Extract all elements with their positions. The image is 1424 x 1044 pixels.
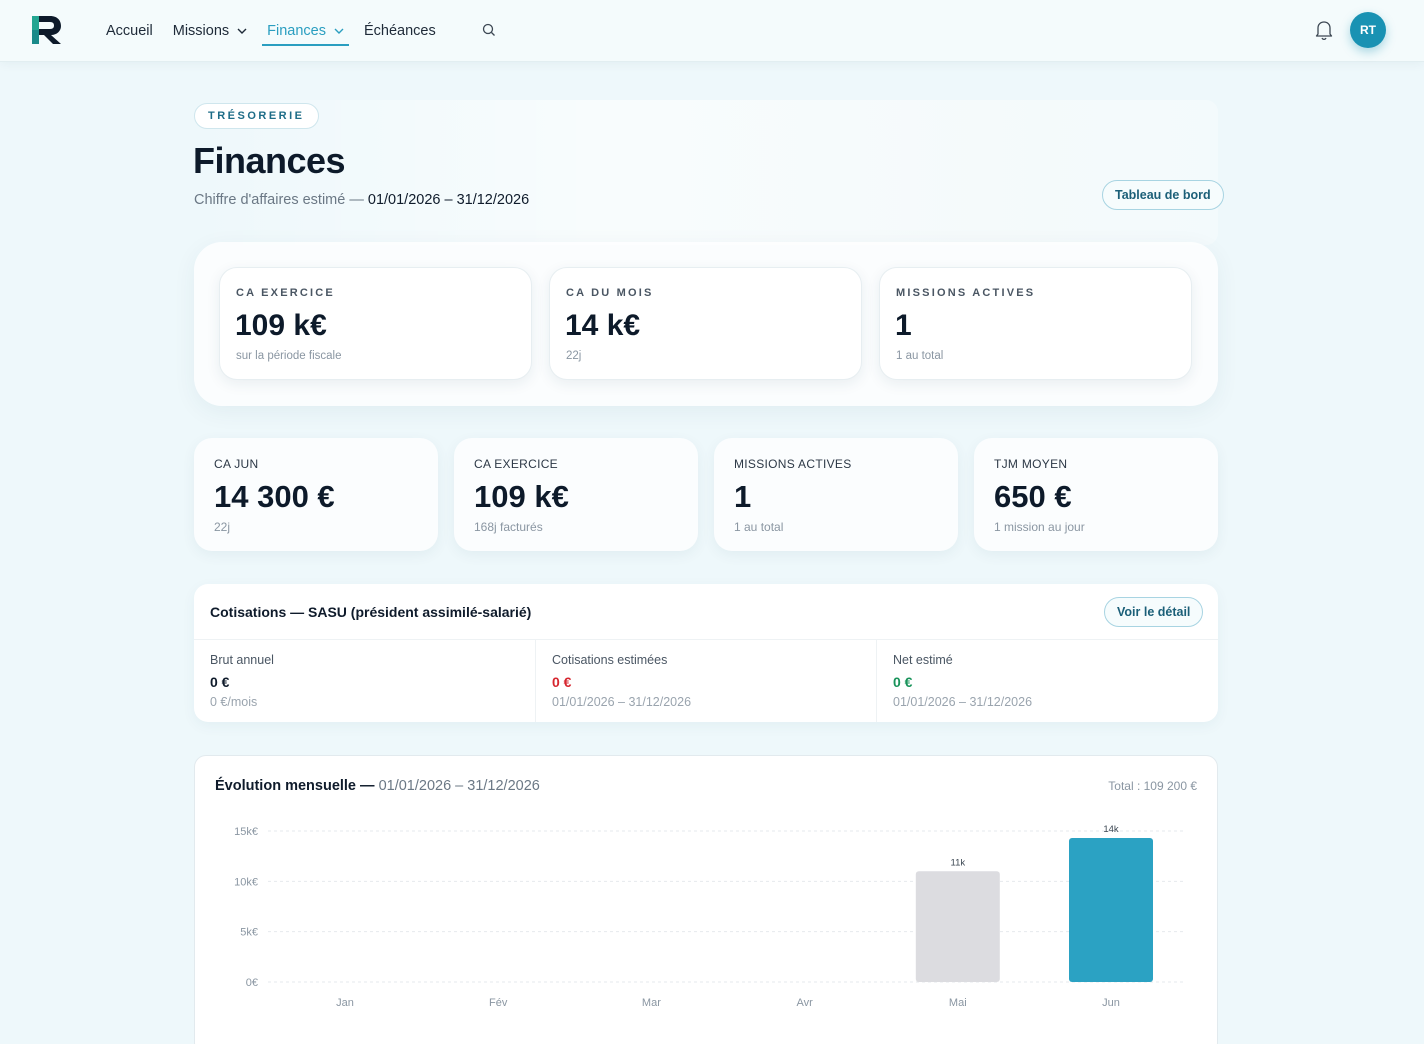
chart-bar	[915, 871, 1000, 982]
kpi-card-tjm-moyen: TJM MOYEN 650 € 1 mission au jour	[974, 438, 1218, 551]
y-tick-label: 15k€	[234, 826, 258, 838]
kpi-label: CA JUN	[214, 457, 259, 471]
cotisations-value: 0 €	[893, 674, 913, 690]
nav-finances[interactable]: Finances	[262, 0, 349, 62]
kpi-subtext: 1 au total	[734, 520, 784, 534]
bell-icon[interactable]	[1314, 19, 1334, 41]
kpi-value: 14 300 €	[214, 479, 335, 514]
chart-bar	[1069, 838, 1153, 982]
y-tick-label: 0€	[246, 977, 258, 989]
search-icon[interactable]	[481, 22, 497, 38]
subtitle-prefix: Chiffre d'affaires estimé —	[194, 192, 368, 208]
kpi-label: CA EXERCICE	[236, 287, 335, 299]
subtitle-period: 01/01/2026 – 31/12/2026	[367, 192, 530, 208]
x-tick-label: Avr	[796, 997, 813, 1009]
kpi-label: CA EXERCICE	[474, 457, 558, 471]
nav-echeances-label: Échéances	[364, 23, 436, 39]
cotisations-label: Net estimé	[893, 653, 953, 667]
page-title: Finances	[193, 140, 346, 181]
x-tick-label: Mai	[949, 997, 967, 1009]
app-logo[interactable]	[30, 14, 64, 46]
x-tick-label: Jun	[1102, 997, 1120, 1009]
x-tick-label: Fév	[489, 997, 508, 1009]
cotisations-estimees: Cotisations estimées 0 € 01/01/2026 – 31…	[535, 640, 876, 722]
cotisations-brut-annuel: Brut annuel 0 € 0 €/mois	[194, 640, 535, 722]
page-subtitle: Chiffre d'affaires estimé — 01/01/2026 –…	[194, 192, 529, 208]
kpi-card-ca-exercice-small: CA EXERCICE 109 k€ 168j facturés	[454, 438, 698, 551]
y-tick-label: 10k€	[234, 876, 258, 888]
hero-background	[194, 100, 1218, 245]
dashboard-button[interactable]: Tableau de bord	[1102, 180, 1224, 210]
kpi-subtext: 168j facturés	[474, 520, 543, 534]
kpi-label: MISSIONS ACTIVES	[896, 287, 1036, 299]
nav-accueil-label: Accueil	[106, 23, 153, 39]
nav-accueil[interactable]: Accueil	[106, 0, 153, 62]
cotisations-label: Brut annuel	[210, 653, 274, 667]
cotisations-subtext: 01/01/2026 – 31/12/2026	[893, 695, 1033, 709]
bar-value-label: 11k	[950, 857, 965, 868]
detail-button[interactable]: Voir le détail	[1104, 597, 1204, 627]
kpi-value: 109 k€	[235, 309, 327, 342]
chevron-down-icon	[237, 28, 247, 34]
kpi-card-missions-actives-small: MISSIONS ACTIVES 1 1 au total	[714, 438, 958, 551]
cotisations-card: Cotisations — SASU (président assimilé-s…	[194, 584, 1218, 722]
kpi-value: 1	[895, 309, 912, 342]
kpi-subtext: 22j	[214, 520, 231, 534]
monthly-chart-card: Évolution mensuelle — 01/01/2026 – 31/12…	[194, 755, 1218, 1044]
kpi-card-ca-du-mois: CA DU MOIS 14 k€ 22j	[549, 267, 862, 380]
y-tick-label: 5k€	[240, 927, 258, 939]
kpi-value: 1	[734, 479, 752, 514]
cotisations-label: Cotisations estimées	[552, 653, 668, 667]
kpi-subtext: 1 mission au jour	[994, 520, 1085, 534]
avatar[interactable]: RT	[1350, 12, 1386, 48]
cotisations-value: 0 €	[552, 674, 572, 690]
avatar-initials: RT	[1360, 23, 1376, 37]
nav-echeances[interactable]: Échéances	[364, 0, 436, 62]
kpi-card-missions-actives: MISSIONS ACTIVES 1 1 au total	[879, 267, 1192, 380]
cotisations-net-estime: Net estimé 0 € 01/01/2026 – 31/12/2026	[876, 640, 1217, 722]
bar-value-label: 14k	[1103, 824, 1119, 835]
nav-finances-label: Finances	[267, 23, 326, 39]
cotisations-title: Cotisations — SASU (président assimilé-s…	[210, 604, 532, 620]
section-badge: TRÉSORERIE	[194, 103, 319, 129]
kpi-value: 109 k€	[474, 479, 569, 514]
main-nav: Accueil Missions Finances Échéances	[106, 0, 456, 62]
x-tick-label: Mar	[642, 997, 661, 1009]
kpi-value: 650 €	[994, 479, 1072, 514]
cotisations-value: 0 €	[210, 674, 230, 690]
nav-missions-label: Missions	[172, 23, 230, 39]
top-bar: Accueil Missions Finances Échéances RT	[0, 0, 1424, 62]
kpi-card-ca-jun: CA JUN 14 300 € 22j	[194, 438, 438, 551]
kpi-subtext: 1 au total	[896, 350, 944, 362]
chevron-down-icon	[334, 28, 344, 34]
monthly-bar-chart: 0€ 5k€ 10k€ 15k€ Jan Fév Mar Avr 11k Mai 14k Jun	[234, 824, 1185, 1009]
kpi-value: 14 k€	[565, 309, 641, 342]
kpi-label: TJM MOYEN	[994, 457, 1068, 471]
kpi-label: CA DU MOIS	[566, 287, 654, 299]
cotisations-subtext: 01/01/2026 – 31/12/2026	[552, 695, 692, 709]
kpi-label: MISSIONS ACTIVES	[734, 457, 852, 471]
cotisations-subtext: 0 €/mois	[210, 695, 258, 709]
nav-missions[interactable]: Missions	[173, 0, 247, 62]
kpi-subtext: 22j	[566, 350, 582, 362]
x-tick-label: Jan	[336, 997, 354, 1009]
kpi-card-ca-exercice: CA EXERCICE 109 k€ sur la période fiscal…	[219, 267, 532, 380]
kpi-subtext: sur la période fiscale	[236, 350, 342, 362]
